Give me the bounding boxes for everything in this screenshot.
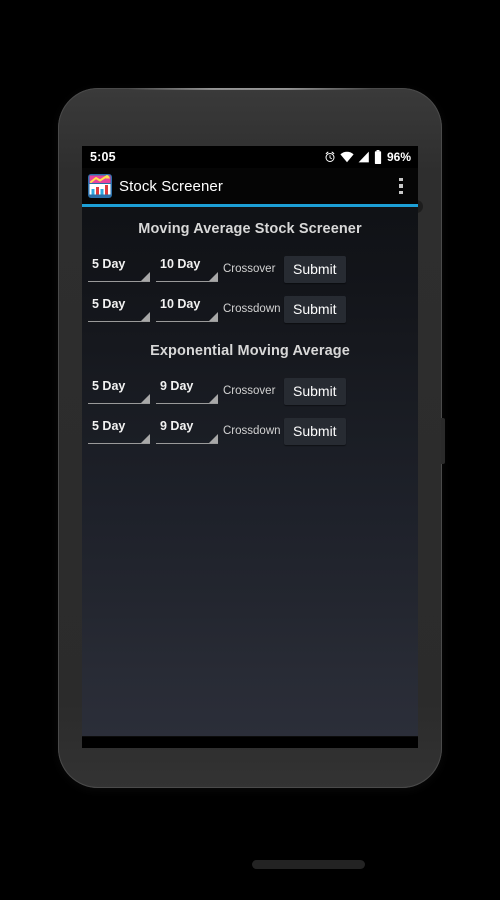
spinner-underline (156, 281, 218, 282)
signal-icon (358, 151, 370, 163)
spinner-value: 10 Day (160, 257, 201, 271)
submit-button-ema-crossover[interactable]: Submit (284, 377, 346, 405)
nav-recents-button[interactable] (334, 737, 390, 748)
power-button[interactable] (441, 418, 445, 464)
overflow-menu-icon[interactable] (390, 171, 412, 201)
spinner-ema-crossover-long[interactable]: 9 Day (156, 378, 218, 404)
label-crossdown: Crossdown (223, 303, 281, 315)
row-ma-crossover: 5 Day 10 Day Crossover Submit (82, 249, 418, 289)
overflow-dot (399, 190, 403, 195)
spinner-underline (156, 403, 218, 404)
spinner-underline (156, 443, 218, 444)
spinner-underline (156, 321, 218, 322)
chevron-down-icon (141, 394, 150, 403)
action-bar: Stock Screener (82, 168, 418, 204)
spinner-value: 10 Day (160, 297, 201, 311)
spinner-ma-crossover-long[interactable]: 10 Day (156, 256, 218, 282)
spinner-ma-crossover-short[interactable]: 5 Day (88, 256, 150, 282)
status-time: 5:05 (90, 150, 116, 164)
chevron-down-icon (209, 312, 218, 321)
spinner-value: 5 Day (92, 297, 126, 311)
battery-percent: 96% (386, 150, 411, 164)
spinner-value: 9 Day (160, 379, 194, 393)
label-crossover: Crossover (223, 385, 276, 397)
submit-button-ma-crossover[interactable]: Submit (284, 255, 346, 283)
nav-home-button[interactable] (222, 737, 278, 748)
content-area: Moving Average Stock Screener 5 Day 10 D… (82, 207, 418, 736)
overflow-dot (399, 177, 403, 182)
nav-back-button[interactable] (110, 737, 166, 748)
spinner-underline (88, 443, 150, 444)
row-ema-crossdown: 5 Day 9 Day Crossdown Submit (82, 411, 418, 451)
overflow-dot (399, 184, 403, 188)
status-icons: 96% (324, 150, 411, 164)
chevron-down-icon (209, 434, 218, 443)
page-title: Stock Screener (119, 177, 223, 195)
status-bar: 5:05 96% (82, 146, 418, 168)
spinner-underline (88, 321, 150, 322)
wifi-icon (340, 151, 354, 163)
bottom-speaker-grille (252, 860, 365, 869)
row-ema-crossover: 5 Day 9 Day Crossover Submit (82, 371, 418, 411)
spinner-value: 5 Day (92, 379, 126, 393)
label-crossdown: Crossdown (223, 425, 281, 437)
row-ma-crossdown: 5 Day 10 Day Crossdown Submit (82, 289, 418, 329)
spinner-underline (88, 403, 150, 404)
spinner-ma-crossdown-short[interactable]: 5 Day (88, 296, 150, 322)
spinner-value: 5 Day (92, 419, 126, 433)
phone-top-highlight (128, 88, 372, 90)
chevron-down-icon (141, 434, 150, 443)
section-header-exponential-moving-average: Exponential Moving Average (150, 343, 350, 359)
spinner-ema-crossdown-long[interactable]: 9 Day (156, 418, 218, 444)
battery-icon (374, 150, 382, 164)
alarm-icon (324, 151, 336, 163)
spinner-underline (88, 281, 150, 282)
spinner-ema-crossover-short[interactable]: 5 Day (88, 378, 150, 404)
spinner-ema-crossdown-short[interactable]: 5 Day (88, 418, 150, 444)
navigation-bar (82, 736, 418, 748)
spinner-value: 5 Day (92, 257, 126, 271)
spinner-value: 9 Day (160, 419, 194, 433)
submit-button-ema-crossdown[interactable]: Submit (284, 417, 346, 445)
section-header-moving-average: Moving Average Stock Screener (138, 221, 362, 237)
chevron-down-icon (209, 394, 218, 403)
chevron-down-icon (209, 272, 218, 281)
label-crossover: Crossover (223, 263, 276, 275)
chevron-down-icon (141, 312, 150, 321)
phone-screen: 5:05 96% Stock Screener Moving Average S… (82, 146, 418, 748)
chevron-down-icon (141, 272, 150, 281)
stock-chart-icon (88, 174, 112, 198)
submit-button-ma-crossdown[interactable]: Submit (284, 295, 346, 323)
spinner-ma-crossdown-long[interactable]: 10 Day (156, 296, 218, 322)
